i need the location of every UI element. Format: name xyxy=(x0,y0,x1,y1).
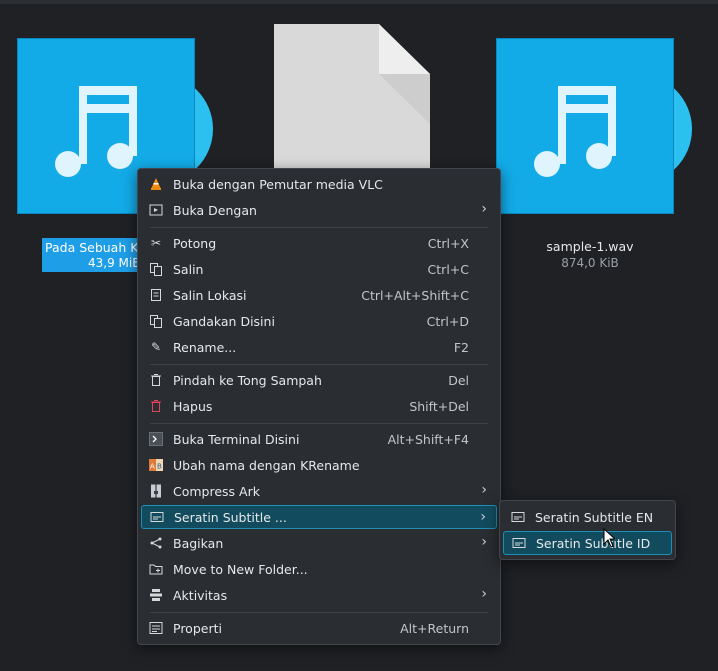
file-item-audio-2[interactable]: sample-1.wav 874,0 KiB xyxy=(496,38,696,273)
krename-icon: AB xyxy=(149,458,163,472)
new-folder-icon xyxy=(149,562,163,576)
menu-item-cut[interactable]: ✂ Potong Ctrl+X xyxy=(141,231,497,255)
chevron-right-icon: › xyxy=(481,482,487,498)
context-menu: Buka dengan Pemutar media VLC Buka Denga… xyxy=(137,168,501,645)
file-label-selected[interactable]: Pada Sebuah Kapal 43,9 MiB xyxy=(42,238,140,272)
menu-item-rename[interactable]: ✎ Rename... F2 xyxy=(141,335,497,359)
chevron-right-icon: › xyxy=(481,534,487,550)
chevron-right-icon: › xyxy=(480,509,486,525)
menu-item-duplicate[interactable]: Gandakan Disini Ctrl+D xyxy=(141,309,497,333)
menu-item-properties[interactable]: Properti Alt+Return xyxy=(141,616,497,640)
terminal-icon xyxy=(149,432,163,446)
file-name: Pada Sebuah Kapal xyxy=(45,240,140,255)
submenu-seratin-subtitle: Seratin Subtitle EN Seratin Subtitle ID xyxy=(499,500,676,560)
ark-icon xyxy=(149,484,163,498)
menu-item-copy-location[interactable]: Salin Lokasi Ctrl+Alt+Shift+C xyxy=(141,283,497,307)
menu-item-open-with[interactable]: Buka Dengan › xyxy=(141,198,497,222)
duplicate-icon xyxy=(149,314,163,328)
menu-item-copy[interactable]: Salin Ctrl+C xyxy=(141,257,497,281)
menu-item-delete[interactable]: Hapus Shift+Del xyxy=(141,394,497,418)
copy-location-icon xyxy=(149,288,163,302)
audio-file-icon xyxy=(496,38,696,218)
chevron-right-icon: › xyxy=(481,586,487,602)
cut-icon: ✂ xyxy=(150,236,162,250)
menu-separator xyxy=(150,227,488,228)
menu-item-share[interactable]: Bagikan › xyxy=(141,531,497,555)
top-toolbar-edge xyxy=(0,0,718,4)
menu-item-open-terminal[interactable]: Buka Terminal Disini Alt+Shift+F4 xyxy=(141,427,497,451)
subtitle-icon xyxy=(150,510,164,524)
submenu-item-subtitle-en[interactable]: Seratin Subtitle EN xyxy=(503,505,672,529)
menu-separator xyxy=(150,364,488,365)
chevron-right-icon: › xyxy=(481,201,487,217)
delete-icon xyxy=(149,399,163,413)
file-item-document[interactable] xyxy=(274,24,430,174)
properties-icon xyxy=(149,621,163,635)
file-size: 43,9 MiB xyxy=(88,256,140,270)
copy-icon xyxy=(149,262,163,276)
menu-item-compress-ark[interactable]: Compress Ark › xyxy=(141,479,497,503)
menu-item-seratin-subtitle[interactable]: Seratin Subtitle ... › xyxy=(141,505,497,529)
menu-item-move-to-trash[interactable]: Pindah ke Tong Sampah Del xyxy=(141,368,497,392)
rename-icon: ✎ xyxy=(150,340,162,354)
activities-icon xyxy=(149,588,163,602)
subtitle-icon xyxy=(511,510,525,524)
vlc-icon xyxy=(149,177,163,191)
menu-item-move-new-folder[interactable]: Move to New Folder... xyxy=(141,557,497,581)
mouse-pointer-icon xyxy=(603,528,617,548)
submenu-item-subtitle-id[interactable]: Seratin Subtitle ID xyxy=(503,531,672,555)
menu-item-krename[interactable]: AB Ubah nama dengan KRename xyxy=(141,453,497,477)
menu-item-activities[interactable]: Aktivitas › xyxy=(141,583,497,607)
share-icon xyxy=(149,536,163,550)
svg-text:B: B xyxy=(157,463,162,471)
document-icon xyxy=(274,24,430,174)
subtitle-icon xyxy=(512,536,526,550)
file-size: 874,0 KiB xyxy=(561,256,619,270)
svg-text:A: A xyxy=(150,463,155,471)
open-with-icon xyxy=(149,203,163,217)
menu-separator xyxy=(150,612,488,613)
menu-separator xyxy=(150,423,488,424)
file-name: sample-1.wav xyxy=(546,239,634,254)
menu-item-open-vlc[interactable]: Buka dengan Pemutar media VLC xyxy=(141,172,497,196)
trash-icon xyxy=(149,373,163,387)
